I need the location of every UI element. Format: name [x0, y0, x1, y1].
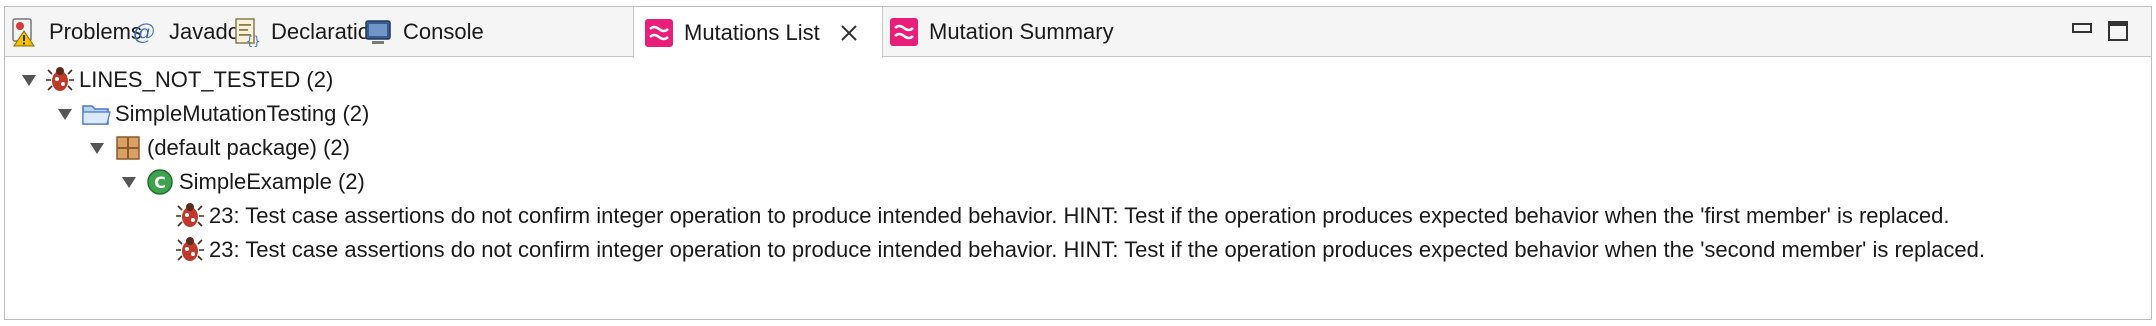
tree-node-class[interactable]: C SimpleExample (2): [119, 165, 365, 199]
tab-label: Problems: [49, 19, 142, 44]
tree-node-label: 23: Test case assertions do not confirm …: [209, 237, 1985, 262]
folder-icon: [81, 99, 111, 129]
package-icon: [113, 133, 143, 163]
tree-node-label: (default package) (2): [147, 135, 350, 160]
class-icon: C: [145, 167, 175, 197]
tree-node-root[interactable]: LINES_NOT_TESTED (2): [19, 63, 333, 97]
expand-toggle-icon[interactable]: [119, 172, 139, 192]
mutation-icon: [644, 18, 674, 48]
tab-mutations-list[interactable]: Mutations List: [633, 7, 883, 58]
problems-icon: [9, 17, 39, 47]
tree-node-project[interactable]: SimpleMutationTesting (2): [55, 97, 369, 131]
bug-icon: [175, 201, 205, 231]
tab-declaration[interactable]: {} Declaration: [231, 7, 382, 57]
tree-node-mutation[interactable]: 23: Test case assertions do not confirm …: [175, 199, 1949, 233]
maximize-button[interactable]: [2105, 19, 2131, 43]
bug-icon: [45, 65, 75, 95]
expand-toggle-icon[interactable]: [55, 104, 75, 124]
console-icon: [363, 17, 393, 47]
tab-label: Console: [403, 19, 484, 44]
tab-label: Mutation Summary: [929, 19, 1114, 44]
mutations-view: Problems @ Javadoc {} Declaration Consol…: [4, 6, 2152, 320]
minimize-button[interactable]: [2069, 19, 2095, 43]
tab-console[interactable]: Console: [363, 7, 484, 57]
tree-node-label: LINES_NOT_TESTED (2): [79, 67, 334, 92]
tree-node-label: SimpleExample (2): [179, 169, 365, 194]
tab-label: Mutations List: [684, 19, 820, 45]
svg-text:{}: {}: [246, 34, 260, 47]
tree-node-label: SimpleMutationTesting (2): [115, 101, 370, 126]
tree-node-label: 23: Test case assertions do not confirm …: [209, 203, 1950, 228]
expand-toggle-icon[interactable]: [19, 70, 39, 90]
mutation-icon: [889, 17, 919, 47]
expand-toggle-icon[interactable]: [87, 138, 107, 158]
view-tab-bar: Problems @ Javadoc {} Declaration Consol…: [5, 7, 2151, 58]
bug-icon: [175, 235, 205, 265]
tree-node-package[interactable]: (default package) (2): [87, 131, 350, 165]
tree-node-mutation[interactable]: 23: Test case assertions do not confirm …: [175, 233, 1985, 267]
tab-mutation-summary[interactable]: Mutation Summary: [889, 7, 1114, 57]
close-icon[interactable]: [836, 20, 862, 46]
javadoc-icon: @: [129, 17, 159, 47]
tab-problems[interactable]: Problems: [9, 7, 142, 57]
declaration-icon: {}: [231, 17, 261, 47]
svg-text:@: @: [133, 20, 155, 45]
svg-text:C: C: [154, 173, 166, 192]
